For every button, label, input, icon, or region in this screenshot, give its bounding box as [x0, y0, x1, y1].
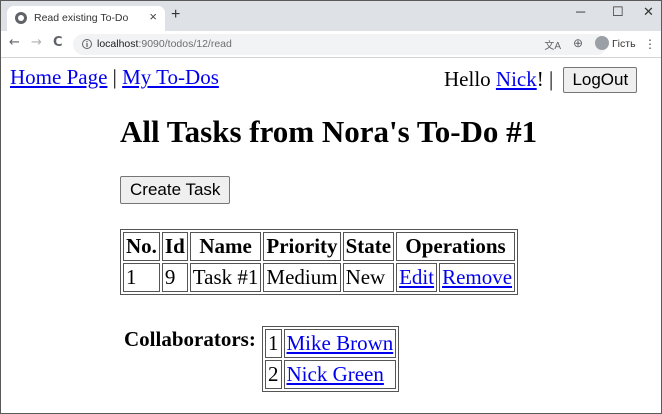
address-bar[interactable]: localhost:9090/todos/12/read 文A ⊕ — [73, 34, 607, 55]
home-page-link[interactable]: Home Page — [10, 65, 107, 89]
task-priority: Medium — [263, 263, 341, 292]
maximize-icon[interactable]: ☐ — [612, 4, 624, 20]
collaborators-label: Collaborators: — [124, 327, 256, 351]
logout-button[interactable]: LogOut — [563, 67, 638, 93]
url-host: localhost — [97, 38, 139, 50]
collaborator-link[interactable]: Nick Green — [287, 362, 384, 386]
task-edit-cell: Edit — [396, 263, 438, 292]
close-tab-icon[interactable]: × — [149, 9, 157, 24]
nav-separator: | — [112, 65, 117, 89]
column-header-id: Id — [161, 232, 188, 261]
top-navigation: Home Page | My To-Dos — [10, 65, 219, 90]
translate-icon[interactable]: 文A — [544, 37, 561, 52]
browser-menu-icon[interactable]: ⋮ — [644, 37, 656, 51]
url-text[interactable]: localhost:9090/todos/12/read — [97, 38, 232, 50]
url-path: :9090/todos/12/read — [138, 38, 232, 50]
browser-tab[interactable]: Read existing To-Do × — [7, 6, 165, 31]
task-remove-cell: Remove — [439, 263, 516, 292]
tasks-table: No. Id Name Priority State Operations 1 … — [120, 229, 519, 295]
table-row: 1 Mike Brown — [265, 329, 397, 358]
tab-title: Read existing To-Do — [34, 12, 129, 24]
greeting-suffix: ! | — [536, 67, 554, 91]
info-icon[interactable] — [82, 38, 92, 50]
collaborator-cell: Mike Brown — [283, 329, 397, 358]
window-close-icon[interactable]: ✕ — [643, 4, 654, 20]
profile-button[interactable]: Гість — [595, 36, 636, 50]
column-header-priority: Priority — [263, 232, 341, 261]
avatar-icon — [595, 36, 609, 50]
page-title: All Tasks from Nora's To-Do #1 — [120, 114, 538, 149]
task-id: 9 — [161, 263, 188, 292]
collaborator-no: 2 — [265, 360, 282, 389]
page-content: Home Page | My To-Dos Hello Nick! | LogO… — [1, 59, 661, 413]
minimize-icon[interactable]: ─ — [576, 4, 585, 19]
collaborator-link[interactable]: Mike Brown — [287, 331, 394, 355]
collaborator-no: 1 — [265, 329, 282, 358]
tasks-header-row: No. Id Name Priority State Operations — [123, 232, 516, 261]
column-header-no: No. — [123, 232, 160, 261]
new-tab-button[interactable]: + — [171, 6, 180, 24]
profile-label: Гість — [612, 38, 636, 50]
collaborators-table: 1 Mike Brown 2 Nick Green — [262, 326, 400, 392]
remove-task-link[interactable]: Remove — [442, 265, 512, 289]
create-task-button[interactable]: Create Task — [120, 176, 231, 204]
task-state: New — [342, 263, 395, 292]
edit-task-link[interactable]: Edit — [399, 265, 434, 289]
column-header-state: State — [342, 232, 395, 261]
user-navigation: Hello Nick! | LogOut — [444, 67, 638, 93]
task-no: 1 — [123, 263, 160, 292]
column-header-name: Name — [189, 232, 262, 261]
zoom-icon[interactable]: ⊕ — [573, 36, 583, 50]
my-todos-link[interactable]: My To-Dos — [122, 65, 219, 89]
greeting-text: Hello — [444, 67, 491, 91]
browser-tabstrip: Read existing To-Do × + ─ ☐ ✕ — [1, 1, 661, 31]
column-header-operations: Operations — [396, 232, 516, 261]
task-name: Task #1 — [189, 263, 262, 292]
collaborator-cell: Nick Green — [283, 360, 397, 389]
table-row: 1 9 Task #1 Medium New Edit Remove — [123, 263, 516, 292]
reload-icon[interactable]: C — [53, 35, 63, 50]
browser-toolbar: ← → C localhost:9090/todos/12/read 文A ⊕ … — [1, 31, 661, 58]
forward-icon[interactable]: → — [31, 35, 42, 50]
back-icon[interactable]: ← — [9, 35, 20, 50]
globe-icon — [15, 12, 27, 24]
user-name-link[interactable]: Nick — [496, 67, 537, 91]
table-row: 2 Nick Green — [265, 360, 397, 389]
